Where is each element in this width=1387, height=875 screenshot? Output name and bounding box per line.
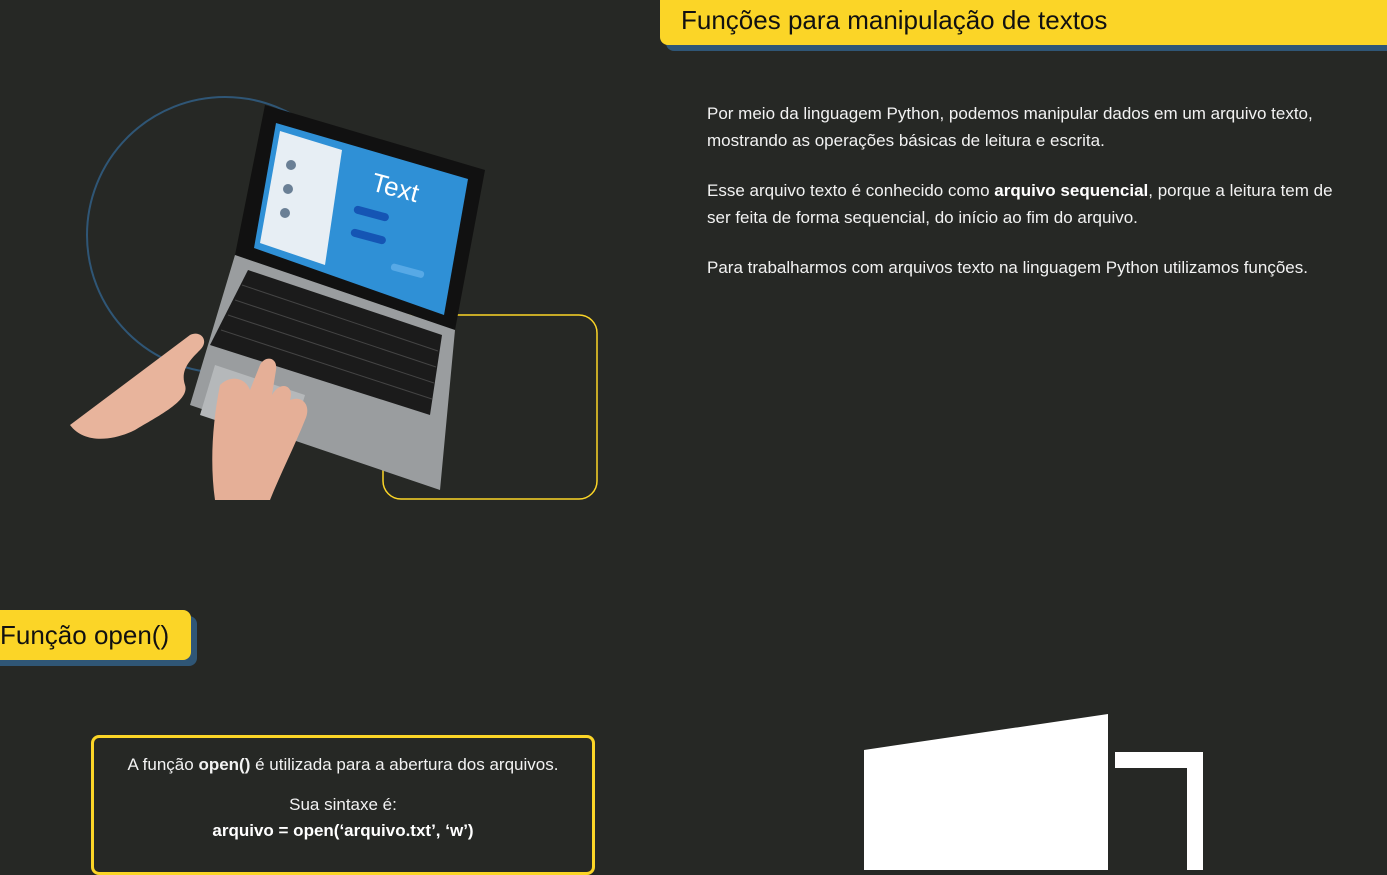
open-function-box: A função open() é utilizada para a abert… bbox=[91, 735, 595, 875]
section-title-text: Funções para manipulação de textos bbox=[681, 5, 1108, 35]
laptop-illustration: Text bbox=[70, 96, 598, 500]
paragraph: Esse arquivo texto é conhecido como arqu… bbox=[707, 181, 1333, 227]
paragraph: Para trabalharmos com arquivos texto na … bbox=[707, 258, 1308, 277]
bold-term: arquivo sequencial bbox=[994, 181, 1149, 200]
section-title-open-function: Função open() bbox=[0, 610, 191, 660]
section-title-text: Função open() bbox=[0, 620, 170, 650]
section-title-text-functions: Funções para manipulação de textos bbox=[660, 0, 1387, 45]
syntax-code: arquivo = open(‘arquivo.txt’, ‘w’) bbox=[212, 821, 474, 840]
open-description: A função open() é utilizada para a abert… bbox=[127, 755, 559, 774]
left-hand bbox=[70, 333, 205, 439]
intro-text: Por meio da linguagem Python, podemos ma… bbox=[707, 100, 1352, 304]
syntax-label: Sua sintaxe é: bbox=[289, 795, 397, 814]
paragraph: Por meio da linguagem Python, podemos ma… bbox=[707, 104, 1313, 150]
bold-function-name: open() bbox=[198, 755, 251, 774]
open-door-icon bbox=[864, 714, 1203, 870]
